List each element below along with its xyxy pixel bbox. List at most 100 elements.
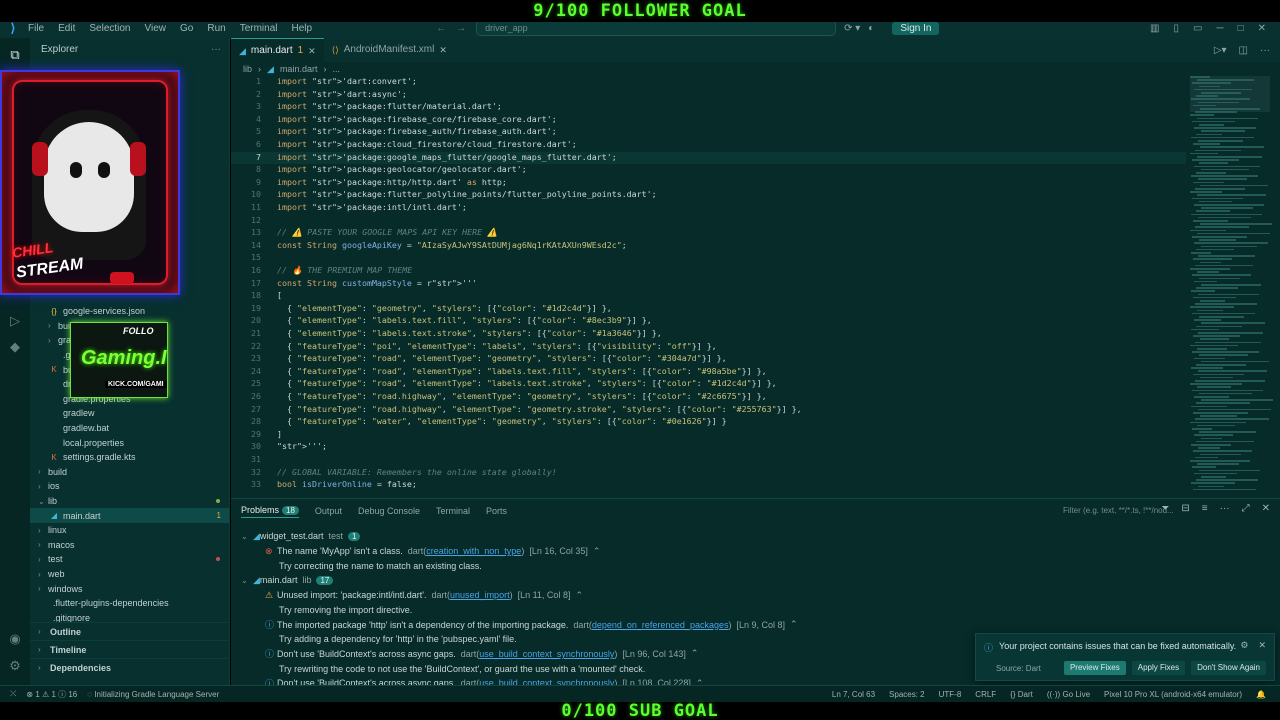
collapse-all-icon[interactable]: ⊟ — [1181, 503, 1189, 514]
tab-output[interactable]: Output — [315, 506, 342, 516]
tree-file[interactable]: Ksettings.gradle.kts — [30, 450, 229, 465]
tree-file[interactable]: local.properties — [30, 435, 229, 450]
code-line[interactable]: 33 bool isDriverOnline = false; — [231, 479, 417, 492]
tree-file[interactable]: gradlew — [30, 406, 229, 421]
menu-go[interactable]: Go — [180, 23, 193, 34]
problem-row[interactable]: ⊗ The name 'MyApp' isn't a class. dart(cre… — [265, 544, 600, 559]
menu-file[interactable]: File — [28, 23, 44, 34]
problem-code-link[interactable]: use_build_context_synchronously — [479, 649, 614, 659]
line-endings[interactable]: CRLF — [975, 690, 996, 699]
tab-main-dart[interactable]: ◢ main.dart 1 ✕ — [231, 38, 324, 62]
notifications-bell-icon[interactable]: 🔔 — [1256, 690, 1266, 699]
explorer-icon[interactable]: ⧉ — [6, 46, 24, 64]
account-icon[interactable]: ◐ — [868, 23, 874, 34]
apply-fixes-button[interactable]: Apply Fixes — [1131, 661, 1186, 675]
close-icon[interactable]: ✕ — [1258, 640, 1266, 651]
code-line[interactable]: 23 { "featureType": "road", "elementType… — [231, 353, 727, 366]
cursor-position[interactable]: Ln 7, Col 63 — [832, 690, 875, 699]
problem-group[interactable]: ⌄ ◢ widget_test.dart test 1 — [241, 529, 361, 544]
maximize-panel-icon[interactable]: ⤢ — [1242, 503, 1250, 514]
run-icon[interactable]: ▷▾ — [1214, 45, 1227, 56]
device-selector[interactable]: Pixel 10 Pro XL (android-x64 emulator) — [1104, 690, 1242, 699]
code-line[interactable]: 22 { "featureType": "poi", "elementType"… — [231, 341, 717, 354]
code-line[interactable]: 5 import "str">'package:firebase_auth/fir… — [231, 126, 557, 139]
tab-debug-console[interactable]: Debug Console — [358, 506, 420, 516]
encoding[interactable]: UTF-8 — [939, 690, 962, 699]
tab-terminal[interactable]: Terminal — [436, 506, 470, 516]
menu-selection[interactable]: Selection — [89, 23, 130, 34]
code-line[interactable]: 26 { "featureType": "road.highway", "ele… — [231, 391, 767, 404]
go-live-button[interactable]: ((·)) Go Live — [1047, 690, 1090, 699]
code-line[interactable]: 21 { "elementType": "labels.text.stroke"… — [231, 328, 662, 341]
code-line[interactable]: 15 — [231, 252, 277, 265]
copilot-icon[interactable]: ⟳ ▾ — [844, 23, 860, 34]
code-line[interactable]: 3 import "str">'package:flutter/material.… — [231, 101, 502, 114]
timeline-section[interactable]: › Timeline — [30, 640, 229, 658]
code-line[interactable]: 4 import "str">'package:firebase_core/fir… — [231, 114, 557, 127]
code-line[interactable]: 27 { "featureType": "road.highway", "ele… — [231, 404, 802, 417]
code-line[interactable]: 18 [ — [231, 290, 282, 303]
code-line[interactable]: 11 import "str">'package:intl/intl.dart'; — [231, 202, 467, 215]
tab-ports[interactable]: Ports — [486, 506, 507, 516]
code-line[interactable]: 20 { "elementType": "labels.text.fill", … — [231, 315, 652, 328]
breadcrumb-folder[interactable]: lib — [243, 62, 252, 76]
code-line[interactable]: 12 — [231, 215, 277, 228]
problem-code-link[interactable]: creation_with_non_type — [426, 546, 521, 556]
more-actions-icon[interactable]: ··· — [1260, 45, 1270, 56]
sign-in-button[interactable]: Sign In — [892, 21, 940, 35]
tab-problems[interactable]: Problems 18 — [241, 505, 299, 518]
tree-folder[interactable]: › linux — [30, 523, 229, 538]
menu-view[interactable]: View — [145, 23, 167, 34]
close-tab-icon[interactable]: ✕ — [439, 38, 447, 62]
settings-gear-icon[interactable]: ⚙ — [6, 657, 24, 675]
tree-file[interactable]: .flutter-plugins-dependencies — [30, 596, 229, 611]
breadcrumb-file[interactable]: main.dart — [280, 62, 318, 76]
code-line[interactable]: 14 const String googleApiKey = "AIzaSyAJw… — [231, 240, 627, 253]
chevron-up-icon[interactable]: ⌃ — [575, 590, 583, 601]
code-line[interactable]: 10 import "str">'package:flutter_polyline… — [231, 189, 657, 202]
indentation[interactable]: Spaces: 2 — [889, 690, 925, 699]
outline-section[interactable]: › Outline — [30, 622, 229, 640]
problems-status[interactable]: ⊗ 1 ⚠ 1 ⓘ 16 — [26, 689, 77, 700]
menu-run[interactable]: Run — [207, 23, 225, 34]
code-line[interactable]: 2 import "str">'dart:async'; — [231, 89, 407, 102]
chevron-up-icon[interactable]: ⌃ — [790, 619, 798, 630]
more-actions-icon[interactable]: ··· — [211, 38, 221, 62]
code-line[interactable]: 17 const String customMapStyle = r"str">'… — [231, 278, 477, 291]
code-line[interactable]: 1 import "str">'dart:convert'; — [231, 76, 417, 89]
dependencies-section[interactable]: › Dependencies — [30, 658, 229, 676]
code-line[interactable]: 30 "str">'''; — [231, 441, 327, 454]
code-line[interactable]: 25 { "featureType": "road", "elementType… — [231, 378, 777, 391]
tree-folder[interactable]: › web — [30, 567, 229, 582]
task-status[interactable]: ◌ Initializing Gradle Language Server — [87, 690, 219, 699]
more-actions-icon[interactable]: ··· — [1220, 503, 1230, 514]
menu-edit[interactable]: Edit — [58, 23, 75, 34]
code-line[interactable]: 16 // 🔥 THE PREMIUM MAP THEME — [231, 265, 412, 278]
code-line[interactable]: 31 — [231, 454, 277, 467]
code-line[interactable]: 8 import "str">'package:geolocator/geoloc… — [231, 164, 527, 177]
code-line[interactable]: 9 import "str">'package:http/http.dart' a… — [231, 177, 507, 190]
problem-row[interactable]: ⓘ The imported package 'http' isn't a dep… — [265, 617, 798, 632]
tree-file[interactable]: gradlew.bat — [30, 421, 229, 436]
menu-help[interactable]: Help — [292, 23, 313, 34]
toggle-sidebar-icon[interactable]: ▯ — [1174, 23, 1180, 34]
close-panel-icon[interactable]: ✕ — [1262, 503, 1270, 514]
code-line[interactable]: 28 { "featureType": "water", "elementTyp… — [231, 416, 727, 429]
tree-file[interactable]: {} google-services.json — [30, 304, 229, 319]
back-arrow-icon[interactable]: ← — [436, 23, 446, 34]
close-window-icon[interactable]: ✕ — [1258, 23, 1266, 34]
filter-icon[interactable]: ⏷ — [1161, 503, 1169, 514]
gear-icon[interactable]: ⚙ — [1240, 640, 1248, 651]
tree-folder[interactable]: › test — [30, 552, 229, 567]
code-line[interactable]: 7 import "str">'package:google_maps_flutt… — [231, 151, 1186, 165]
code-line[interactable]: 19 { "elementType": "geometry", "stylers… — [231, 303, 612, 316]
code-line[interactable]: 29] — [231, 429, 282, 442]
tree-folder[interactable]: ⌄ lib — [30, 494, 229, 509]
code-line[interactable]: 13 // ⚠️ PASTE YOUR GOOGLE MAPS API KEY H… — [231, 227, 497, 240]
account-avatar-icon[interactable]: ◉ — [6, 630, 24, 648]
problem-group[interactable]: ⌄ ◢ main.dart lib 17 — [241, 573, 334, 588]
tree-folder[interactable]: › windows — [30, 581, 229, 596]
breadcrumb-symbol[interactable]: ... — [332, 62, 340, 76]
problem-code-link[interactable]: unused_import — [450, 590, 510, 600]
forward-arrow-icon[interactable]: → — [456, 23, 466, 34]
